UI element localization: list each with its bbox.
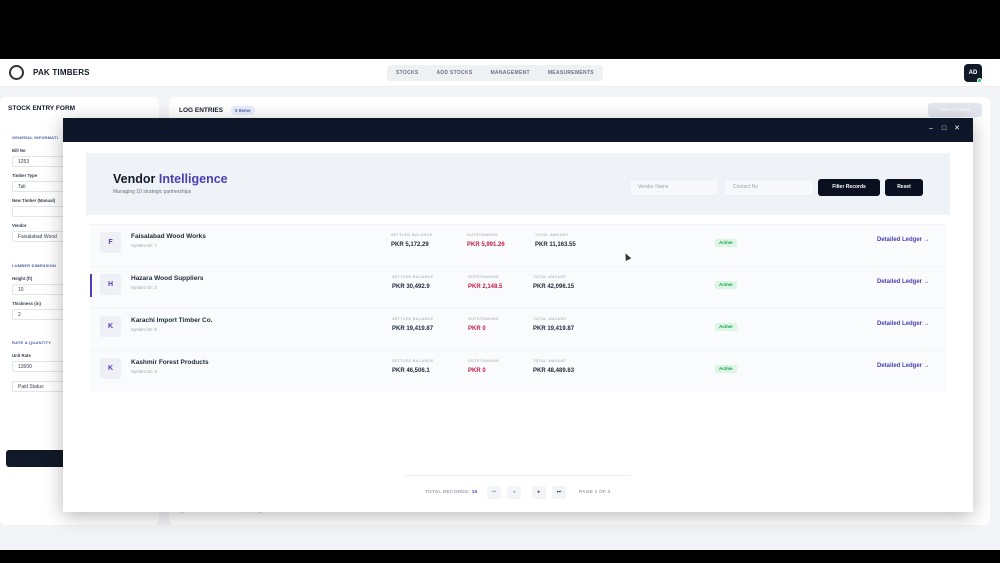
settled-value: PKR 30,492.9 (392, 284, 430, 290)
status-badge: Active (715, 239, 737, 247)
modal-title-accent: Intelligence (158, 172, 228, 186)
total-value: PKR 42,096.15 (533, 284, 575, 290)
filter-records-button[interactable]: Filter Records (818, 179, 880, 196)
vendor-name: Karachi Import Timber Co. (131, 317, 213, 324)
total-header: TOTAL AMOUNT (533, 359, 567, 363)
outstanding-header: OUTSTANDING (468, 317, 499, 321)
status-badge: Active (715, 365, 737, 373)
total-records-value: 10 (471, 490, 478, 495)
vendor-initial: F (100, 232, 121, 253)
unit-rate-label: Unit Rate (12, 353, 31, 358)
total-value: PKR 48,489.63 (533, 368, 575, 374)
detailed-ledger-link[interactable]: Detailed Ledger → (877, 237, 930, 243)
vendor-system-id: System ID: 9 (131, 327, 157, 332)
next-page-icon[interactable]: ▸ (532, 486, 546, 499)
back-all-stocks-button[interactable]: Back All Stocks (928, 103, 982, 117)
vendor-row[interactable]: H Hazara Wood Suppliers System ID: 3 SET… (90, 266, 946, 308)
modal-title-bar: – □ ✕ (63, 118, 973, 142)
outstanding-value: PKR 5,991.26 (467, 242, 505, 248)
total-value: PKR 19,419.87 (533, 326, 575, 332)
outstanding-header: OUTSTANDING (467, 233, 498, 237)
status-badge: Active (715, 281, 737, 289)
vendor-name-input[interactable]: Vendor Name (629, 179, 719, 196)
new-timber-label: New Timber (Manual) (12, 198, 56, 203)
vendor-name: Kashmir Forest Products (131, 359, 209, 366)
settled-value: PKR 5,172.29 (391, 242, 429, 248)
vendor-initial: K (100, 358, 121, 379)
height-label: Height (ft) (12, 276, 33, 281)
settled-header: SETTLED BALANCE (392, 359, 434, 363)
reset-button[interactable]: Reset (885, 179, 923, 196)
outstanding-header: OUTSTANDING (468, 359, 499, 363)
total-records: TOTAL RECORDS: 10 (425, 490, 477, 495)
total-header: TOTAL AMOUNT (533, 275, 567, 279)
contact-no-input[interactable]: Contact No (724, 179, 814, 196)
total-header: TOTAL AMOUNT (535, 233, 569, 237)
section-dimension: LUMBER DIMENSION (12, 263, 57, 268)
online-status-icon (977, 78, 982, 83)
maximize-icon[interactable]: □ (939, 124, 949, 134)
settled-header: SETTLED BALANCE (392, 275, 434, 279)
vendor-initial: K (100, 316, 121, 337)
outstanding-value: PKR 2,148.5 (468, 284, 503, 290)
nav-stocks[interactable]: STOCKS (396, 70, 419, 76)
modal-subtitle: Managing 10 strategic partnerships (113, 189, 192, 195)
top-bar: PAK TIMBERS STOCKS ADD STOCKS MANAGEMENT… (0, 59, 1000, 87)
settled-value: PKR 46,506.1 (392, 368, 430, 374)
vendor-initial: H (100, 274, 121, 295)
page-indicator: PAGE 1 OF 3 (579, 490, 611, 495)
log-count-badge: 0 Items (231, 106, 255, 115)
settled-header: SETTLED BALANCE (392, 317, 434, 321)
pagination-divider (405, 475, 631, 476)
nav-add-stocks[interactable]: ADD STOCKS (437, 70, 473, 76)
outstanding-value: PKR 0 (468, 368, 486, 374)
outstanding-value: PKR 0 (468, 326, 486, 332)
modal-header: Vendor Intelligence Managing 10 strategi… (86, 153, 950, 215)
status-badge: Active (715, 323, 737, 331)
vendor-row[interactable]: K Karachi Import Timber Co. System ID: 9… (90, 308, 946, 350)
modal-title: Vendor Intelligence (113, 172, 228, 186)
vendor-system-id: System ID: 4 (131, 369, 157, 374)
main-nav: STOCKS ADD STOCKS MANAGEMENT MEASUREMENT… (387, 65, 603, 81)
settled-header: SETTLED BALANCE (391, 233, 433, 237)
logo-icon (9, 65, 24, 80)
nav-management[interactable]: MANAGEMENT (490, 70, 529, 76)
vendor-system-id: System ID: 7 (131, 243, 157, 248)
last-page-icon[interactable]: ⏭ (552, 486, 566, 499)
total-value: PKR 11,163.55 (535, 242, 576, 248)
vendor-label: Vendor (12, 223, 27, 228)
outstanding-header: OUTSTANDING (468, 275, 499, 279)
settled-value: PKR 19,419.87 (392, 326, 434, 332)
close-icon[interactable]: ✕ (952, 124, 962, 134)
vendor-name: Faisalabad Wood Works (131, 233, 206, 240)
detailed-ledger-link[interactable]: Detailed Ledger → (877, 321, 930, 327)
app-screen: PAK TIMBERS STOCKS ADD STOCKS MANAGEMENT… (0, 59, 1000, 550)
vendor-row[interactable]: F Faisalabad Wood Works System ID: 7 SET… (90, 224, 946, 266)
detailed-ledger-link[interactable]: Detailed Ledger → (877, 279, 930, 285)
section-rate: RATE & QUANTITY (12, 340, 52, 345)
first-page-icon[interactable]: ⏮ (487, 486, 501, 499)
thickness-label: Thickness (in) (12, 301, 41, 306)
modal-title-main: Vendor (113, 172, 156, 186)
prev-page-icon[interactable]: ◂ (507, 486, 521, 499)
timber-type-label: Timber Type (12, 173, 38, 178)
detailed-ledger-link[interactable]: Detailed Ledger → (877, 363, 930, 369)
submit-button[interactable] (6, 450, 66, 467)
log-title: LOG ENTRIES (179, 107, 224, 114)
minimize-icon[interactable]: – (926, 124, 936, 134)
brand-name: PAK TIMBERS (33, 68, 90, 77)
total-header: TOTAL AMOUNT (533, 317, 567, 321)
bill-label: Bill No (12, 148, 26, 153)
nav-measurements[interactable]: MEASUREMENTS (548, 70, 594, 76)
vendor-name: Hazara Wood Suppliers (131, 275, 204, 282)
section-general: GENERAL INFORMATI (12, 135, 58, 140)
total-records-label: TOTAL RECORDS: (425, 490, 471, 495)
vendor-row[interactable]: K Kashmir Forest Products System ID: 4 S… (90, 350, 946, 392)
vendor-system-id: System ID: 3 (131, 285, 157, 290)
form-title: STOCK ENTRY FORM (8, 105, 76, 112)
vendor-intelligence-modal: – □ ✕ Vendor Intelligence Managing 10 st… (63, 118, 973, 512)
selected-row-indicator (90, 274, 92, 297)
